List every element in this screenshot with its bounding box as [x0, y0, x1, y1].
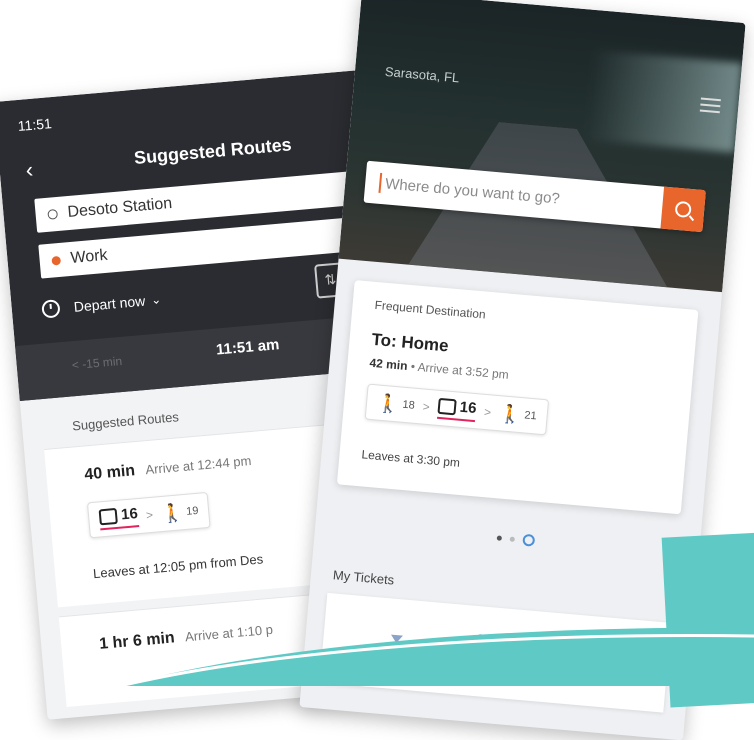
decorative-wave [119, 627, 754, 686]
